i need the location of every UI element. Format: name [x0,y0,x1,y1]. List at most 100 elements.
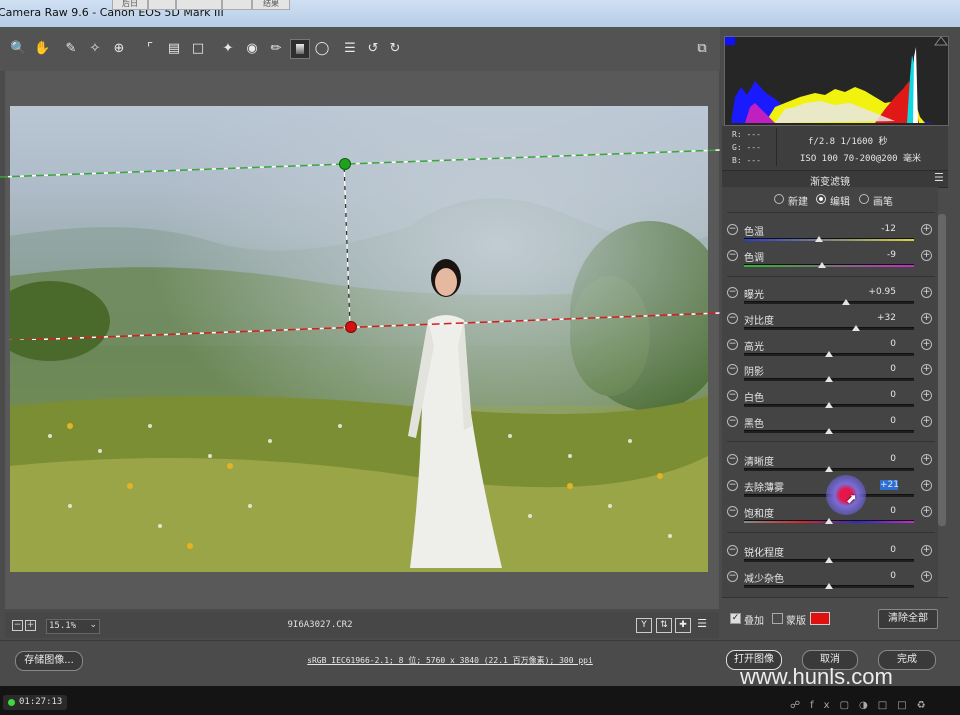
preview-preferences-icon[interactable]: ☰ [694,617,710,631]
overlay-checkbox[interactable]: ✓ [730,613,741,624]
slider-value[interactable]: 0 [858,416,896,426]
slider-value[interactable]: 0 [858,506,896,516]
target-adjust-icon[interactable]: ⊕ [111,41,127,57]
save-image-button[interactable]: 存储图像... [15,651,83,671]
slider-thumb[interactable] [825,428,833,434]
decrease-icon[interactable]: − [727,506,738,517]
slider-value[interactable]: +0.95 [858,287,896,297]
graduated-filter-icon[interactable] [290,39,310,59]
zoom-out-button[interactable]: − [12,620,23,631]
filter-green-pin[interactable] [339,158,351,170]
list-icon[interactable]: ☰ [342,41,358,57]
swap-icon[interactable]: ⇅ [656,618,672,633]
slider-thumb[interactable] [814,236,823,242]
slider-thumb[interactable] [825,583,833,589]
increase-icon[interactable]: + [921,545,932,556]
slider-row: − 色调 -9 + [722,249,938,273]
watermark-text: www.hunls.com [740,664,893,689]
panel-header: 渐变滤镜 ☰ [722,170,948,188]
slider-thumb[interactable] [825,351,833,357]
decrease-icon[interactable]: − [727,480,738,491]
straighten-icon[interactable]: ▤ [166,41,182,57]
slider-value[interactable]: +32 [858,313,896,323]
brush-icon[interactable]: ✏ [268,41,284,57]
decrease-icon[interactable]: − [727,339,738,350]
slider-thumb[interactable] [852,325,861,331]
slider-track[interactable] [744,301,914,304]
mask-checkbox[interactable] [772,613,783,624]
decrease-icon[interactable]: − [727,224,738,235]
zoom-select[interactable]: 15.1% ⌄ [46,619,100,634]
slider-thumb[interactable] [818,262,827,268]
slider-value[interactable]: +21 [880,480,899,490]
recording-timer: 01:27:13 [3,695,67,710]
red-eye-icon[interactable]: ◉ [244,41,260,57]
decrease-icon[interactable]: − [727,390,738,401]
decrease-icon[interactable]: − [727,571,738,582]
panel-menu-icon[interactable]: ☰ [934,171,944,184]
radio-icon [774,194,784,204]
slider-track[interactable] [744,238,914,241]
rotate-left-icon[interactable]: ↺ [365,41,381,57]
increase-icon[interactable]: + [921,250,932,261]
increase-icon[interactable]: + [921,454,932,465]
slider-thumb[interactable] [825,466,833,472]
workflow-options-link[interactable]: sRGB IEC61966-2.1; 8 位; 5760 x 3840 (22.… [230,655,670,666]
hand-icon[interactable]: ✋ [34,41,50,57]
radial-filter-icon[interactable]: ◯ [314,41,330,57]
increase-icon[interactable]: + [921,364,932,375]
mask-color-swatch[interactable] [810,612,830,625]
decrease-icon[interactable]: − [727,545,738,556]
increase-icon[interactable]: + [921,390,932,401]
decrease-icon[interactable]: − [727,454,738,465]
increase-icon[interactable]: + [921,571,932,582]
slider-thumb[interactable] [842,299,850,305]
before-after-y-button[interactable]: Y [636,618,652,633]
record-status-icon [8,699,15,706]
slider-track[interactable] [744,264,914,267]
slider-value[interactable]: 0 [858,339,896,349]
slider-value[interactable]: -9 [858,250,896,260]
decrease-icon[interactable]: − [727,250,738,261]
increase-icon[interactable]: + [921,480,932,491]
copy-settings-icon[interactable]: ✚ [675,618,691,633]
ghost-tab [176,0,222,10]
graduated-filter-overlay[interactable] [0,140,720,340]
slider-thumb[interactable] [825,518,833,524]
slider-value[interactable]: 0 [858,571,896,581]
color-sampler-icon[interactable]: ✧ [87,41,103,57]
slider-value[interactable]: 0 [858,454,896,464]
increase-icon[interactable]: + [921,506,932,517]
slider-thumb[interactable] [825,557,833,563]
rgb-readout-b: B: --- [732,156,761,165]
slider-value[interactable]: -12 [858,224,896,234]
increase-icon[interactable]: + [921,287,932,298]
increase-icon[interactable]: + [921,224,932,235]
filter-red-pin[interactable] [345,321,357,333]
slider-value[interactable]: 0 [858,364,896,374]
increase-icon[interactable]: + [921,339,932,350]
slider-thumb[interactable] [825,376,833,382]
fullscreen-icon[interactable]: ⧉ [694,41,710,57]
increase-icon[interactable]: + [921,416,932,427]
decrease-icon[interactable]: − [727,416,738,427]
rotate-right-icon[interactable]: ↻ [387,41,403,57]
decrease-icon[interactable]: − [727,313,738,324]
crop-icon[interactable]: ⌜ [142,41,158,57]
slider-track[interactable] [744,327,914,330]
zoom-icon[interactable]: 🔍 [10,41,26,57]
slider-value[interactable]: 0 [858,390,896,400]
decrease-icon[interactable]: − [727,287,738,298]
increase-icon[interactable]: + [921,313,932,324]
zoom-in-button[interactable]: + [25,620,36,631]
white-balance-icon[interactable]: ✎ [63,41,79,57]
spot-removal-icon[interactable]: ✦ [220,41,236,57]
exposure-info: f/2.8 1/1600 秒 [808,137,888,147]
lens-info: ISO 100 70-200@200 毫米 [800,154,921,164]
slider-value[interactable]: 0 [858,545,896,555]
slider-thumb[interactable] [825,402,833,408]
clear-all-button[interactable]: 清除全部 [878,609,938,629]
panel-scrollbar[interactable] [938,214,946,526]
transform-icon[interactable]: □ [190,41,206,57]
decrease-icon[interactable]: − [727,364,738,375]
